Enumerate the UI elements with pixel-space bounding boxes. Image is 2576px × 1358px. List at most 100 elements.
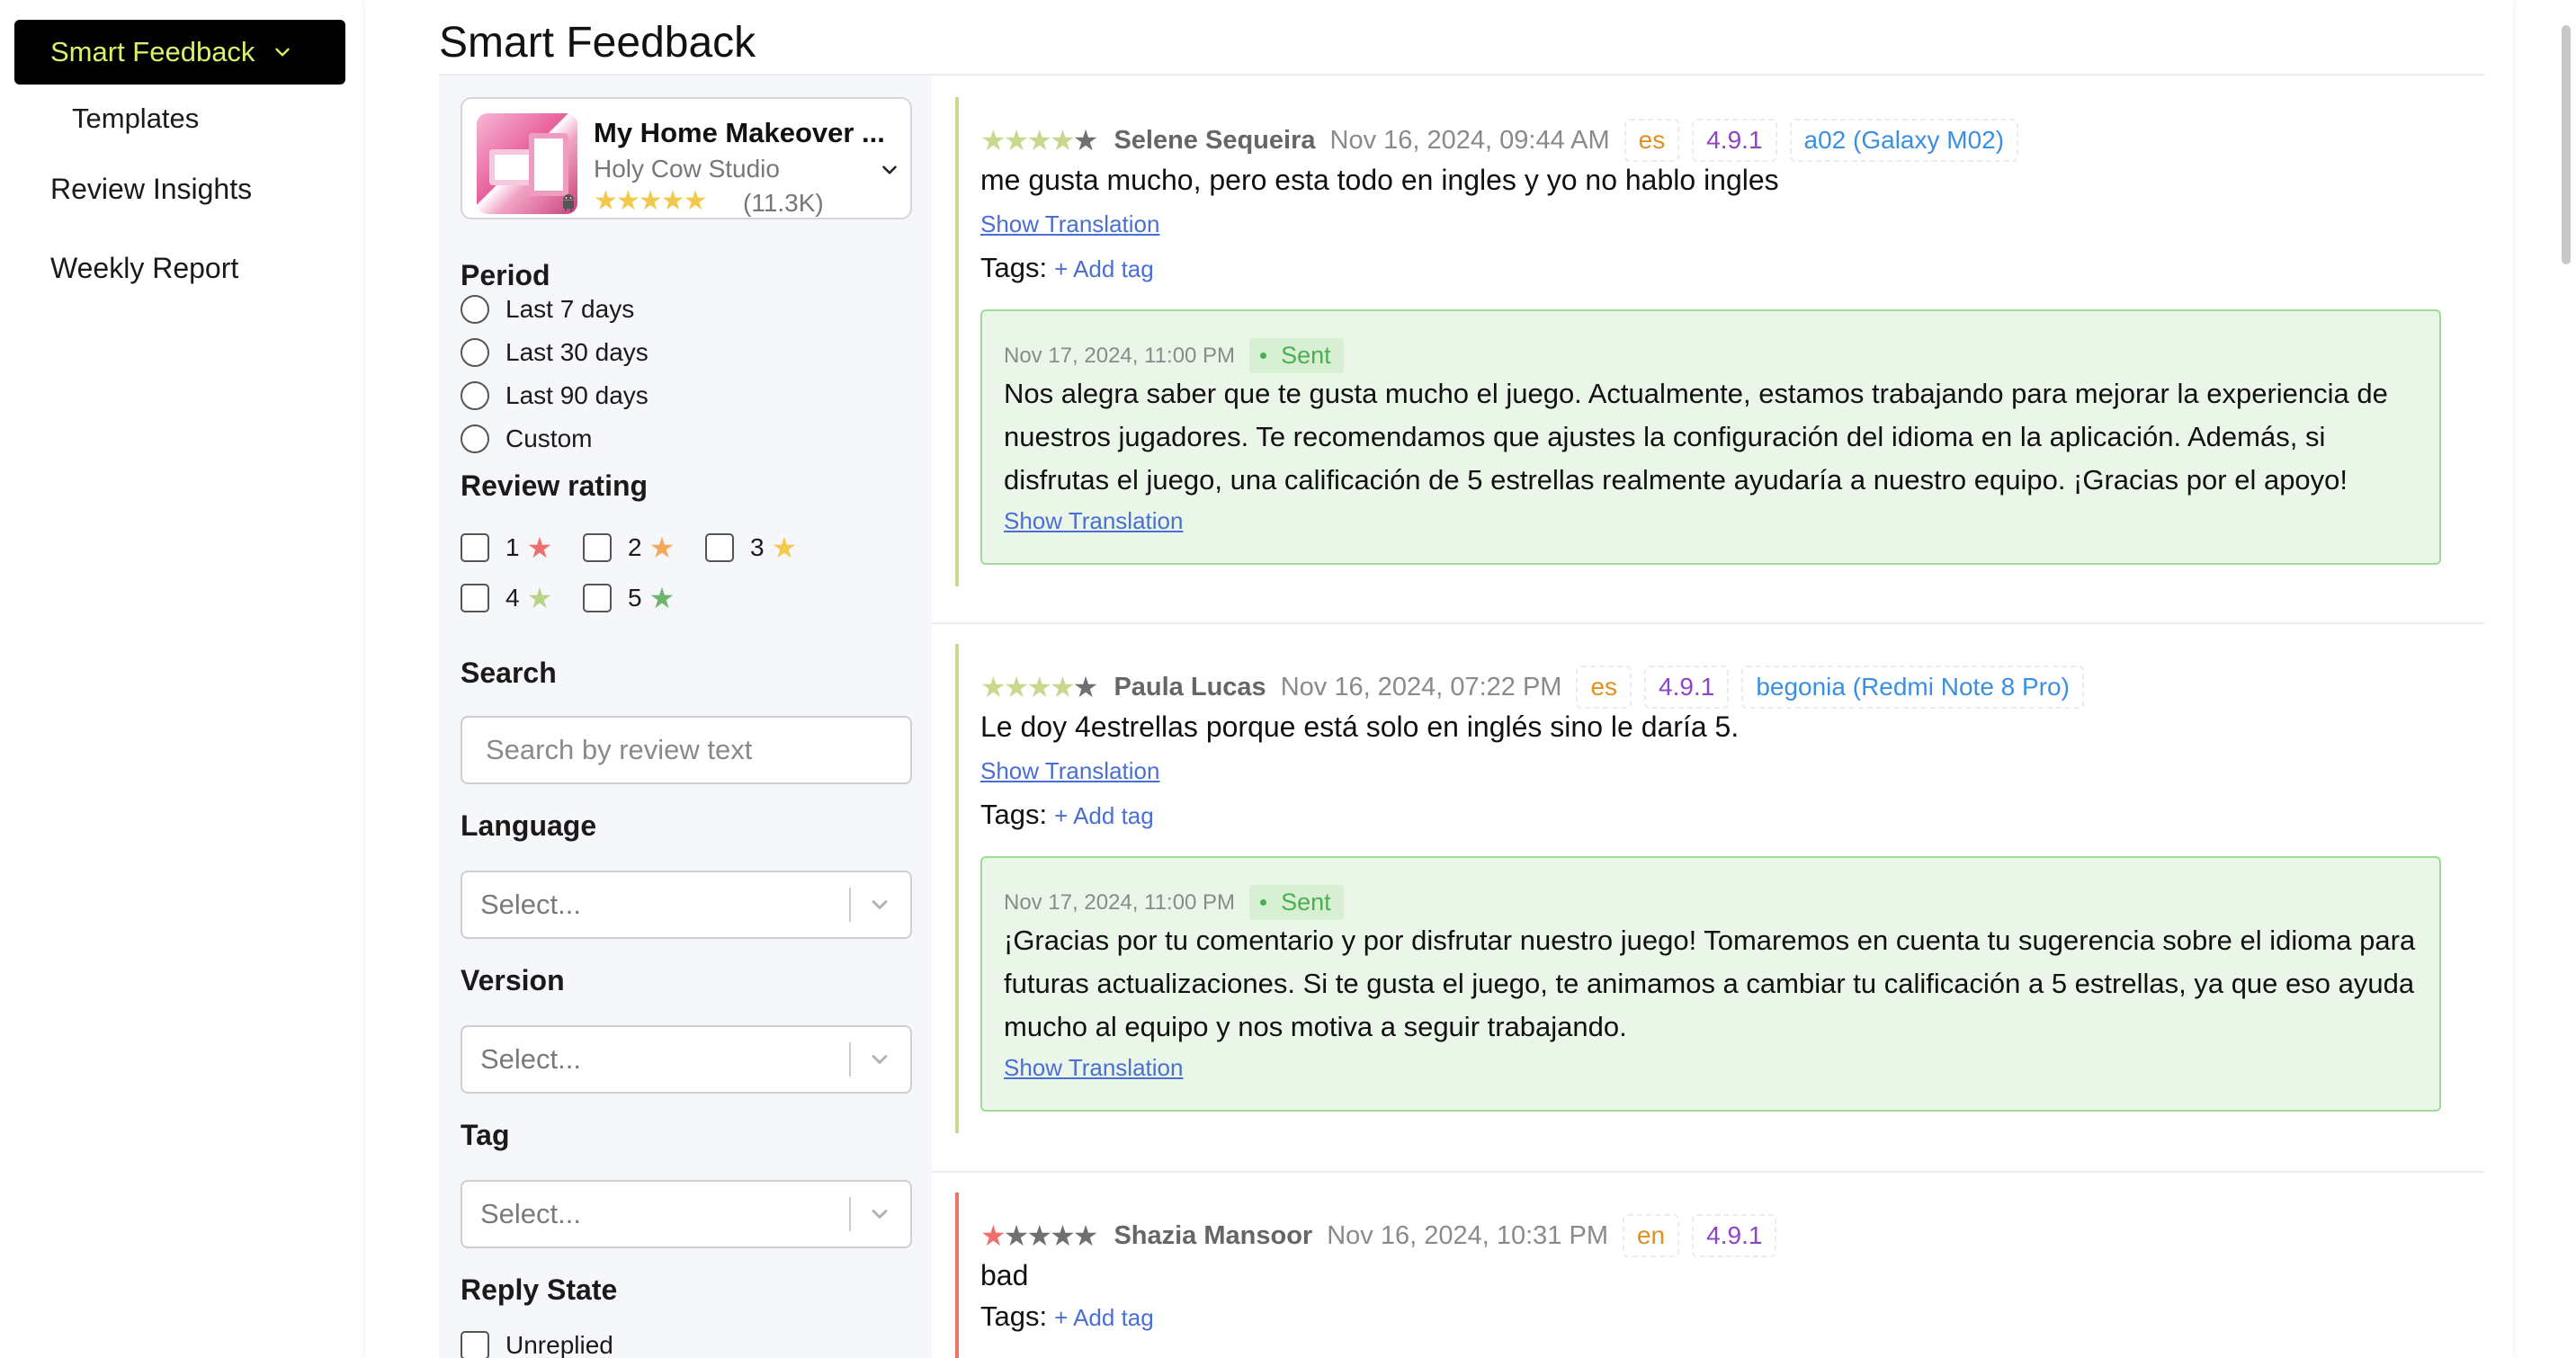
language-select-placeholder: Select...	[480, 889, 581, 920]
app-rating-count: (11.3K)	[743, 189, 824, 217]
rating-value: 2	[628, 533, 642, 561]
review-rating-stars: ★★★★★	[980, 123, 1099, 157]
review-rating-stars: ★★★★★	[980, 1219, 1099, 1253]
search-input[interactable]	[461, 716, 912, 784]
star-icon: ★	[1072, 124, 1099, 156]
app-developer: Holy Cow Studio	[594, 155, 780, 183]
rating-filter-3[interactable]: 3 ★	[705, 531, 797, 565]
nav-weekly-report[interactable]: Weekly Report	[50, 252, 238, 285]
tags-label: Tags:	[980, 1300, 1048, 1332]
rating-value: 5	[628, 584, 642, 612]
star-icon: ★	[1050, 124, 1076, 156]
status-text: Sent	[1281, 342, 1331, 369]
status-badge: Sent	[1249, 885, 1344, 920]
review-text: me gusta mucho, pero esta todo en ingles…	[980, 164, 1779, 196]
chevron-down-icon	[882, 165, 897, 174]
show-translation-link[interactable]: Show Translation	[1004, 507, 1183, 535]
tags-label: Tags:	[980, 252, 1048, 283]
status-text: Sent	[1281, 889, 1331, 916]
language-label: Language	[461, 809, 597, 842]
scrollbar[interactable]	[2562, 25, 2571, 264]
star-icon: ★	[980, 671, 1006, 703]
reply-box: Nov 17, 2024, 11:00 PM Sent Nos alegra s…	[980, 309, 2441, 565]
star-icon: ★	[1050, 671, 1076, 703]
reply-date: Nov 17, 2024, 11:00 PM	[1004, 889, 1236, 915]
period-option-30[interactable]: Last 30 days	[461, 338, 648, 367]
rating-label: Review rating	[461, 469, 648, 502]
checkbox[interactable]	[705, 533, 734, 562]
add-tag-button[interactable]: + Add tag	[1054, 1304, 1154, 1332]
checkbox[interactable]	[583, 533, 612, 562]
review-header: ★★★★★ Selene Sequeira Nov 16, 2024, 09:4…	[980, 119, 2031, 162]
show-translation-link[interactable]: Show Translation	[980, 210, 1159, 238]
show-translation-link[interactable]: Show Translation	[1004, 1054, 1183, 1082]
period-option-7[interactable]: Last 7 days	[461, 295, 634, 324]
radio-button[interactable]	[461, 338, 489, 367]
period-option-90[interactable]: Last 90 days	[461, 381, 648, 410]
review-author: Shazia Mansoor	[1114, 1220, 1313, 1250]
checkbox[interactable]	[461, 1331, 489, 1358]
status-dot-icon	[1260, 899, 1267, 906]
review-rating-stars: ★★★★★	[980, 670, 1098, 704]
page-title: Smart Feedback	[439, 19, 756, 67]
checkbox[interactable]	[461, 584, 489, 612]
star-icon: ★	[1072, 1220, 1099, 1252]
select-separator	[849, 1042, 851, 1077]
reply-box: Nov 17, 2024, 11:00 PM Sent ¡Gracias por…	[980, 856, 2441, 1112]
rating-filter-5[interactable]: 5 ★	[583, 581, 675, 615]
reply-meta: Nov 17, 2024, 11:00 PM Sent	[1004, 338, 1344, 373]
radio-button[interactable]	[461, 295, 489, 324]
tag-label: Tag	[461, 1119, 510, 1151]
status-badge: Sent	[1249, 338, 1344, 373]
rating-bar	[955, 1193, 959, 1358]
filters-panel: My Home Makeover ... Holy Cow Studio ★★★…	[439, 76, 932, 1358]
version-select[interactable]: Select...	[461, 1025, 912, 1094]
star-icon: ★	[1026, 671, 1052, 703]
search-label: Search	[461, 657, 557, 689]
version-badge: 4.9.1	[1692, 119, 1777, 162]
rating-filter-1[interactable]: 1 ★	[461, 531, 552, 565]
star-icon: ★	[771, 532, 798, 564]
review-header: ★★★★★ Paula Lucas Nov 16, 2024, 07:22 PM…	[980, 666, 2097, 709]
checkbox[interactable]	[583, 584, 612, 612]
star-icon: ★	[1026, 1220, 1052, 1252]
nav-templates[interactable]: Templates	[72, 103, 199, 135]
reply-state-label: Reply State	[461, 1273, 618, 1306]
star-icon: ★	[1003, 1220, 1030, 1252]
checkbox[interactable]	[461, 533, 489, 562]
radio-button[interactable]	[461, 424, 489, 453]
add-tag-button[interactable]: + Add tag	[1054, 255, 1154, 283]
nav-smart-feedback[interactable]: Smart Feedback	[14, 20, 345, 85]
rating-value: 1	[505, 533, 520, 561]
rating-filter-4[interactable]: 4 ★	[461, 581, 552, 615]
add-tag-button[interactable]: + Add tag	[1054, 802, 1154, 830]
show-translation-link[interactable]: Show Translation	[980, 757, 1159, 785]
tag-select[interactable]: Select...	[461, 1180, 912, 1248]
tags-label: Tags:	[980, 799, 1048, 830]
star-icon: ★	[1003, 671, 1030, 703]
review-divider	[932, 1171, 2484, 1173]
rating-filter-2[interactable]: 2 ★	[583, 531, 675, 565]
nav-smart-feedback-label: Smart Feedback	[50, 36, 255, 67]
language-badge: en	[1622, 1214, 1680, 1257]
period-option-custom[interactable]: Custom	[461, 424, 592, 453]
star-icon: ★	[526, 532, 553, 564]
reviews-list: ★★★★★ Selene Sequeira Nov 16, 2024, 09:4…	[932, 76, 2484, 1358]
reply-text: ¡Gracias por tu comentario y por disfrut…	[1004, 925, 2416, 1042]
nav-review-insights[interactable]: Review Insights	[50, 173, 252, 206]
star-icon: ★	[1026, 124, 1052, 156]
chevron-down-icon	[872, 1210, 888, 1219]
review-author: Paula Lucas	[1114, 672, 1266, 701]
status-dot-icon	[1260, 353, 1267, 359]
app-selector[interactable]: My Home Makeover ... Holy Cow Studio ★★★…	[461, 97, 912, 219]
tags-row: Tags: + Add tag	[980, 1300, 1154, 1333]
star-icon: ★	[1050, 1220, 1076, 1252]
tags-row: Tags: + Add tag	[980, 799, 1154, 831]
tags-row: Tags: + Add tag	[980, 252, 1154, 284]
reply-state-option-label: Unreplied	[505, 1331, 613, 1358]
reply-text: Nos alegra saber que te gusta mucho el j…	[1004, 378, 2388, 496]
radio-button[interactable]	[461, 381, 489, 410]
reply-state-unreplied[interactable]: Unreplied	[461, 1331, 613, 1358]
language-select[interactable]: Select...	[461, 871, 912, 939]
rating-bar	[955, 644, 959, 1133]
